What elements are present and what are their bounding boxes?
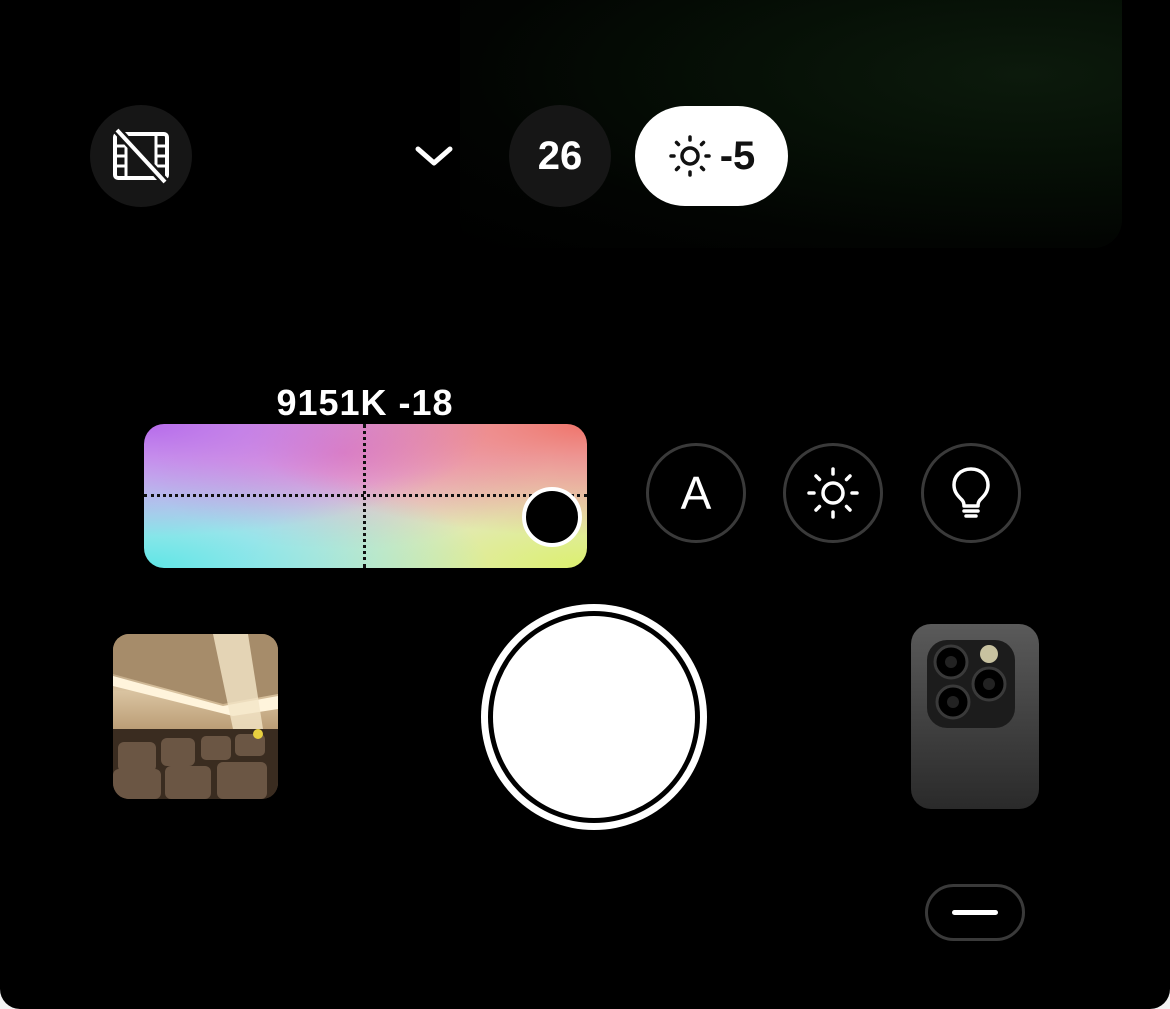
- video-off-button[interactable]: [90, 105, 192, 207]
- chevron-down-icon: [415, 146, 453, 166]
- white-balance-knob[interactable]: [521, 487, 582, 548]
- iso-value: 26: [537, 133, 583, 178]
- sun-icon: [668, 135, 711, 177]
- sun-icon: [807, 467, 859, 519]
- shutter-button[interactable]: [481, 604, 707, 830]
- gallery-thumbnail[interactable]: [113, 634, 278, 799]
- auto-label: A: [680, 467, 712, 519]
- camera-screen: 26 -5 9151K -18 A: [0, 0, 1170, 1009]
- iso-button[interactable]: 26: [509, 105, 611, 207]
- lens-switch-button[interactable]: [911, 624, 1039, 809]
- video-off-icon: [113, 128, 169, 184]
- exposure-mode-button[interactable]: [783, 443, 883, 543]
- exposure-value: -5: [719, 133, 756, 178]
- menu-icon: [952, 910, 998, 915]
- shutter-core: [493, 616, 695, 818]
- white-balance-pad[interactable]: [144, 424, 587, 568]
- chevron-down-button[interactable]: [412, 138, 456, 174]
- lightbulb-icon: [952, 467, 990, 518]
- thumbnail-image: [113, 634, 278, 799]
- light-mode-button[interactable]: [921, 443, 1021, 543]
- shutter-ring-gap: [488, 611, 700, 823]
- exposure-compensation-button[interactable]: -5: [635, 106, 788, 206]
- white-balance-readout: 9151K -18: [276, 382, 454, 423]
- camera-lens-icon: [911, 624, 1039, 809]
- auto-mode-button[interactable]: A: [646, 443, 746, 543]
- menu-button[interactable]: [925, 884, 1025, 941]
- temperature-guide-line: [363, 424, 366, 568]
